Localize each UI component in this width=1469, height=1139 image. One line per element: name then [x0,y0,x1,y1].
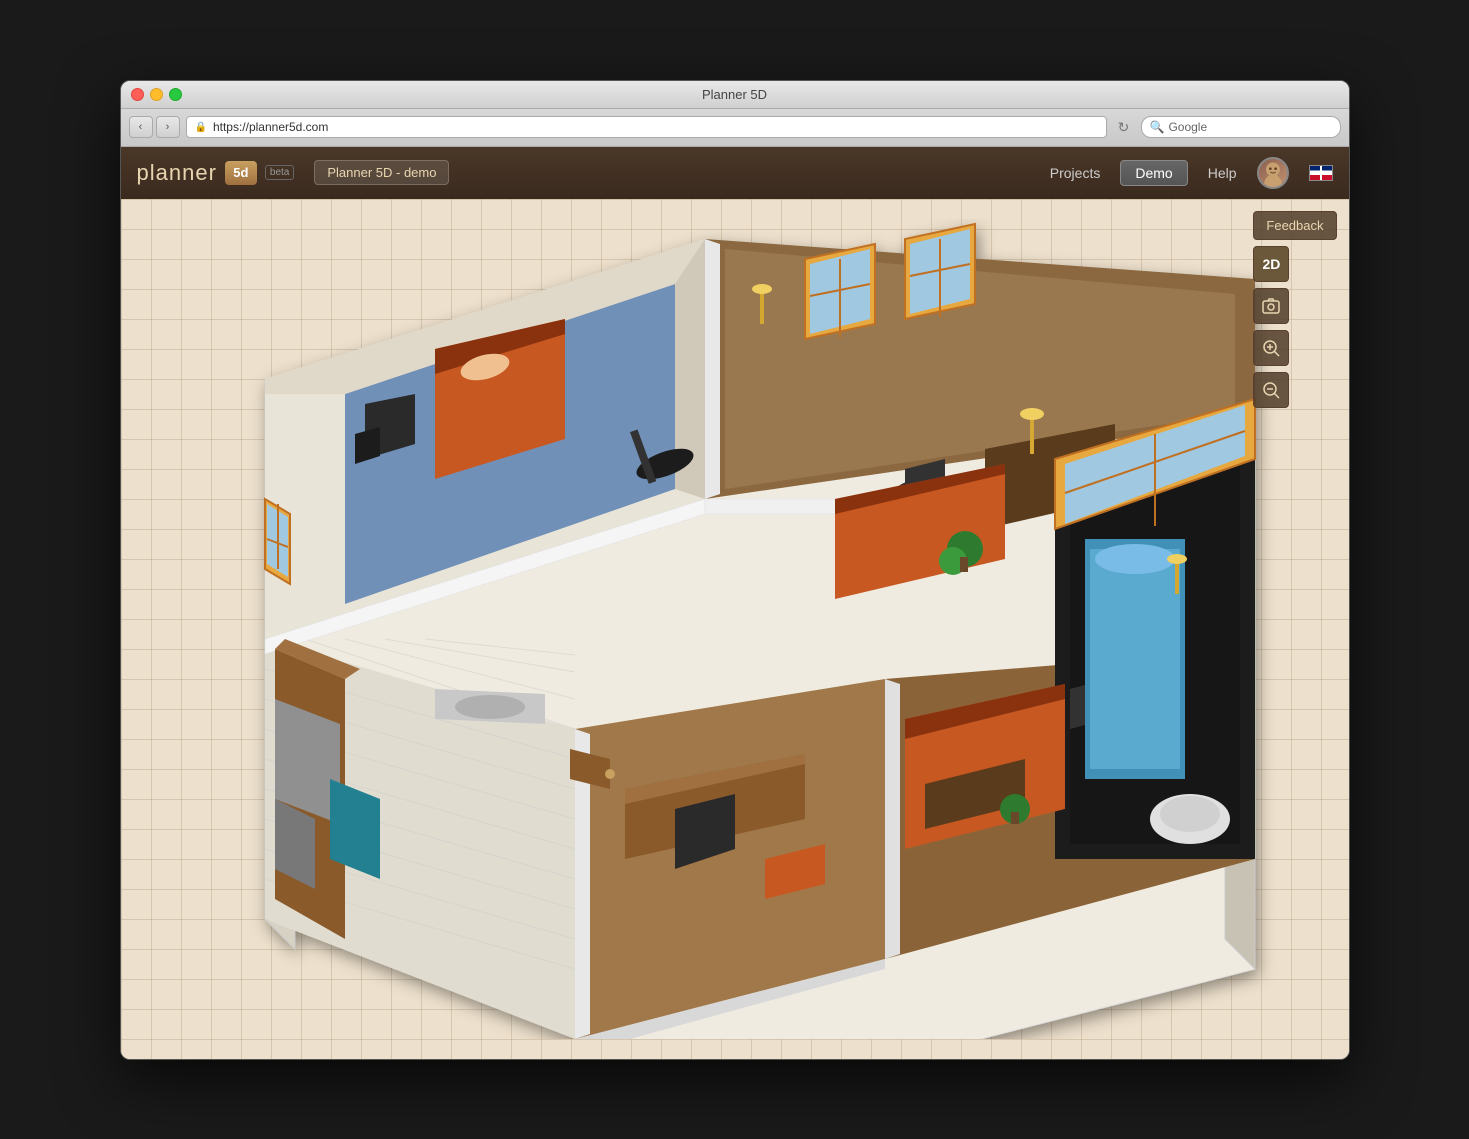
forward-button[interactable]: › [156,116,180,138]
traffic-lights [131,88,182,101]
maximize-button[interactable] [169,88,182,101]
minimize-button[interactable] [150,88,163,101]
user-avatar[interactable] [1257,157,1289,189]
logo-text: planner [137,160,217,186]
help-link[interactable]: Help [1208,165,1237,181]
logo-area: planner 5d beta Planner 5D - demo [137,160,450,186]
url-bar[interactable]: 🔒 https://planner5d.com [186,116,1107,138]
projects-link[interactable]: Projects [1050,165,1101,181]
window-title: Planner 5D [702,87,767,102]
lock-icon: 🔒 [195,122,207,133]
project-name[interactable]: Planner 5D - demo [314,160,449,185]
main-content: Feedback 2D [121,199,1349,1059]
floorplan-container[interactable] [121,199,1349,1059]
nav-buttons: ‹ › [129,116,180,138]
back-button[interactable]: ‹ [129,116,153,138]
address-bar: ‹ › 🔒 https://planner5d.com ↻ 🔍 Google [121,109,1349,147]
view-2d-button[interactable]: 2D [1253,246,1289,282]
title-bar: Planner 5D [121,81,1349,109]
refresh-button[interactable]: ↻ [1113,116,1135,138]
logo-5d[interactable]: 5d [225,161,257,185]
mac-window: Planner 5D ‹ › 🔒 https://planner5d.com ↻… [120,80,1350,1060]
search-placeholder: Google [1168,120,1207,134]
close-button[interactable] [131,88,144,101]
language-flag[interactable] [1309,165,1333,181]
nav-links: Projects Demo Help [1050,157,1333,189]
url-text: https://planner5d.com [213,120,328,134]
zoom-in-button[interactable] [1253,330,1289,366]
demo-link[interactable]: Demo [1120,160,1187,186]
right-toolbar: Feedback 2D [1253,211,1336,408]
feedback-button[interactable]: Feedback [1253,211,1336,240]
search-icon: 🔍 [1150,120,1165,134]
zoom-out-button[interactable] [1253,372,1289,408]
beta-badge: beta [265,165,294,180]
app-nav: planner 5d beta Planner 5D - demo Projec… [121,147,1349,199]
search-bar[interactable]: 🔍 Google [1141,116,1341,138]
screenshot-button[interactable] [1253,288,1289,324]
